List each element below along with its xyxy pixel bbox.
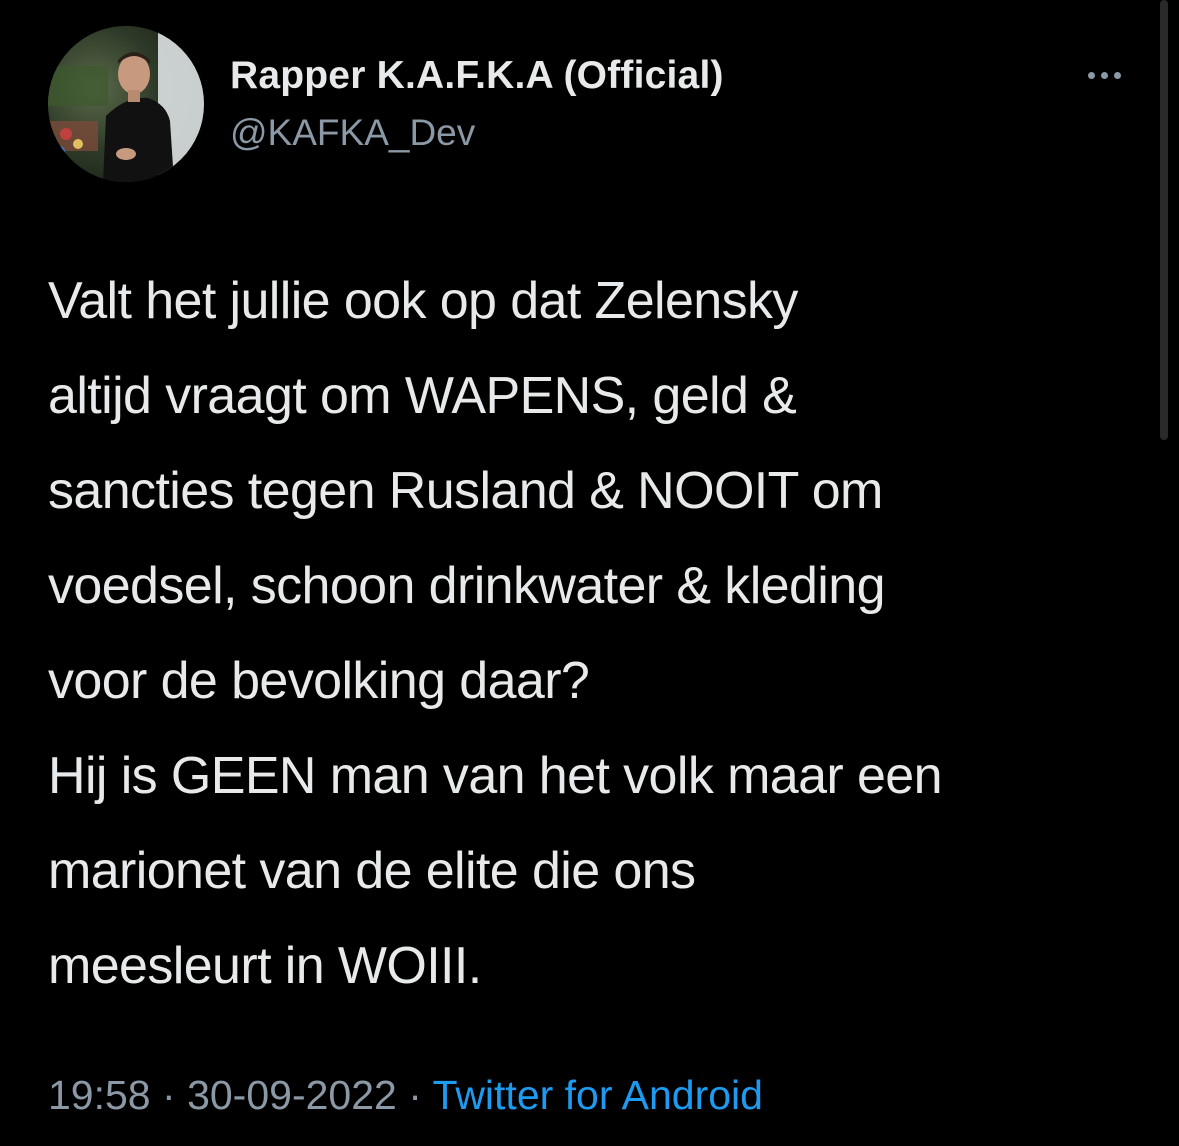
more-horizontal-icon-dot: [1100, 71, 1108, 79]
tweet-metadata: 19:58 · 30-09-2022 · Twitter for Android: [48, 1072, 763, 1119]
more-horizontal-icon: [1087, 71, 1095, 79]
tweet-source-link[interactable]: Twitter for Android: [433, 1072, 763, 1118]
tweet-text-line: Valt het jullie ook op dat Zelensky: [48, 272, 798, 330]
meta-separator: ·: [162, 1072, 176, 1118]
author-handle[interactable]: @KAFKA_Dev: [230, 112, 475, 154]
tweet-text-line: marionet van de elite die ons: [48, 842, 696, 900]
tweet-text: Valt het jullie ook op dat Zelensky alti…: [48, 254, 1148, 1014]
tweet-text-line: meesleurt in WOIII.: [48, 937, 482, 995]
scrollbar[interactable]: [1160, 0, 1168, 440]
tweet-text-line: altijd vraagt om WAPENS, geld &: [48, 367, 797, 425]
tweet-text-line: Hij is GEEN man van het volk maar een: [48, 747, 943, 805]
more-options-button[interactable]: [1076, 60, 1132, 90]
more-horizontal-icon-dot: [1113, 71, 1121, 79]
meta-separator: ·: [408, 1072, 422, 1118]
tweet-text-line: voedsel, schoon drinkwater & kleding: [48, 557, 885, 615]
tweet-text-line: voor de bevolking daar?: [48, 652, 590, 710]
avatar[interactable]: [48, 26, 204, 182]
tweet-time[interactable]: 19:58: [48, 1072, 151, 1118]
author-display-name[interactable]: Rapper K.A.F.K.A (Official): [230, 54, 724, 98]
tweet-text-line: sancties tegen Rusland & NOOIT om: [48, 462, 883, 520]
tweet: Rapper K.A.F.K.A (Official) @KAFKA_Dev V…: [0, 0, 1179, 1146]
tweet-date[interactable]: 30-09-2022: [187, 1072, 397, 1118]
